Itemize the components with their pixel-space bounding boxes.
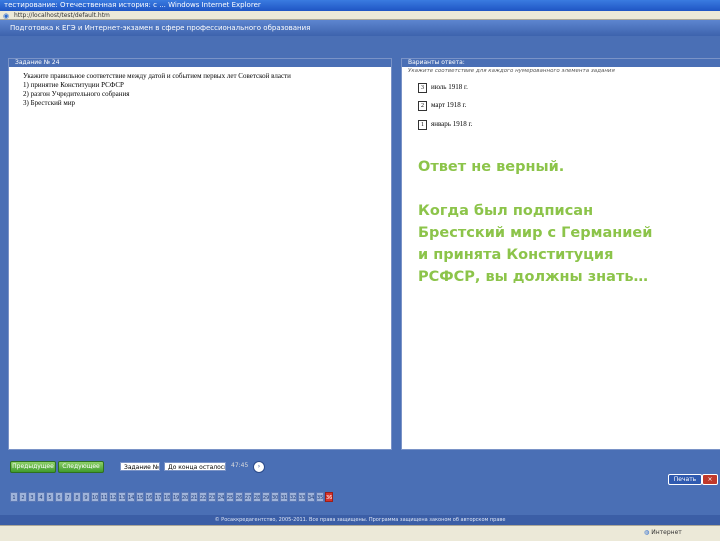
answer-option-text: март 1918 г. [431,101,467,109]
page-button[interactable]: 3 [28,492,36,502]
status-bar [0,525,720,541]
answer-number-box[interactable]: 3 [418,83,427,93]
page-button[interactable]: 21 [190,492,198,502]
page-button[interactable]: 33 [298,492,306,502]
page-button[interactable]: 17 [154,492,162,502]
print-button[interactable]: Печать [668,474,702,485]
answer-option-text: июль 1918 г. [431,83,468,91]
task-number-field: Задание № 24 [120,462,160,471]
question-line: 2) разгон Учредительного собрания [23,90,130,98]
page-button[interactable]: 16 [145,492,153,502]
page-button[interactable]: 19 [172,492,180,502]
page-button[interactable]: 27 [244,492,252,502]
page-button[interactable]: 28 [253,492,261,502]
answer-number-box[interactable]: 1 [418,120,427,130]
question-line: 1) принятие Конституции РСФСР [23,81,124,89]
time-remaining-field: До конца осталось [164,462,226,471]
page-button[interactable]: 10 [91,492,99,502]
answer-panel-header: Варианты ответа: [402,59,720,67]
page-button[interactable]: 23 [208,492,216,502]
page-button[interactable]: 12 [109,492,117,502]
next-button[interactable]: Следующее [58,461,104,473]
close-icon[interactable]: × [702,474,718,485]
page-button[interactable]: 32 [289,492,297,502]
answer-option[interactable]: 1 январь 1918 г. [418,120,472,130]
feedback-line: РСФСР, вы должны знать… [418,269,649,285]
page-button[interactable]: 1 [10,492,18,502]
page-button[interactable]: 26 [235,492,243,502]
copyright-footer: © Росаккредагентство, 2005-2011. Все пра… [0,515,720,525]
app-header: Подготовка к ЕГЭ и Интернет-экзамен в сф… [0,20,720,36]
question-line: Укажите правильное соответствие между да… [23,72,291,80]
page-button[interactable]: 11 [100,492,108,502]
page-button[interactable]: 20 [181,492,189,502]
page-button[interactable]: 18 [163,492,171,502]
question-panel-header: Задание № 24 [9,59,391,67]
page-button[interactable]: 7 [64,492,72,502]
answer-option[interactable]: 3 июль 1918 г. [418,83,468,93]
security-zone: ◍ Интернет [640,525,720,540]
page-button[interactable]: 25 [226,492,234,502]
window-title: тестирование: Отечественная история: с .… [0,0,720,11]
question-panel: Задание № 24 Укажите правильное соответс… [8,58,392,450]
page-button[interactable]: 22 [199,492,207,502]
prev-button[interactable]: Предыдущее [10,461,56,473]
page-button[interactable]: 9 [82,492,90,502]
page-button[interactable]: 15 [136,492,144,502]
feedback-line: Брестский мир с Германией [418,225,653,241]
page-button[interactable]: 5 [46,492,54,502]
page-button[interactable]: 4 [37,492,45,502]
page-button[interactable]: 2 [19,492,27,502]
page-button[interactable]: 24 [217,492,225,502]
page-button[interactable]: 14 [127,492,135,502]
feedback-message: Ответ не верный. Когда был подписан Брес… [418,156,708,288]
page-button[interactable]: 29 [262,492,270,502]
globe-icon: ◍ [644,529,650,536]
page-button[interactable]: 8 [73,492,81,502]
timer-value: 47:45 [231,462,249,469]
address-text: http://localhost/test/default.htm [14,12,110,19]
page-button[interactable]: 30 [271,492,279,502]
feedback-line: и принята Конституция [418,247,614,263]
answer-option[interactable]: 2 март 1918 г. [418,101,466,111]
answer-instruction: Укажите соответствие для каждого нумеров… [408,68,615,74]
page-button[interactable]: 13 [118,492,126,502]
feedback-line: Ответ не верный. [418,159,565,175]
zone-label: Интернет [651,529,682,536]
answer-number-box[interactable]: 2 [418,101,427,111]
feedback-line: Когда был подписан [418,203,594,219]
page-button[interactable]: 34 [307,492,315,502]
go-next-icon[interactable]: › [253,461,265,473]
page-button[interactable]: 6 [55,492,63,502]
question-line: 3) Брестский мир [23,99,76,107]
page-button[interactable]: 31 [280,492,288,502]
answer-option-text: январь 1918 г. [431,120,473,128]
task-pager: 1 2 3 4 5 6 7 8 9 10 11 12 13 14 15 16 17 18 19 20 21 22 23 24 2… [10,492,333,502]
page-button[interactable]: 36 [325,492,333,502]
question-text: Укажите правильное соответствие между да… [23,72,291,108]
address-bar[interactable]: ◉ http://localhost/test/default.htm [0,11,720,20]
page-button[interactable]: 35 [316,492,324,502]
